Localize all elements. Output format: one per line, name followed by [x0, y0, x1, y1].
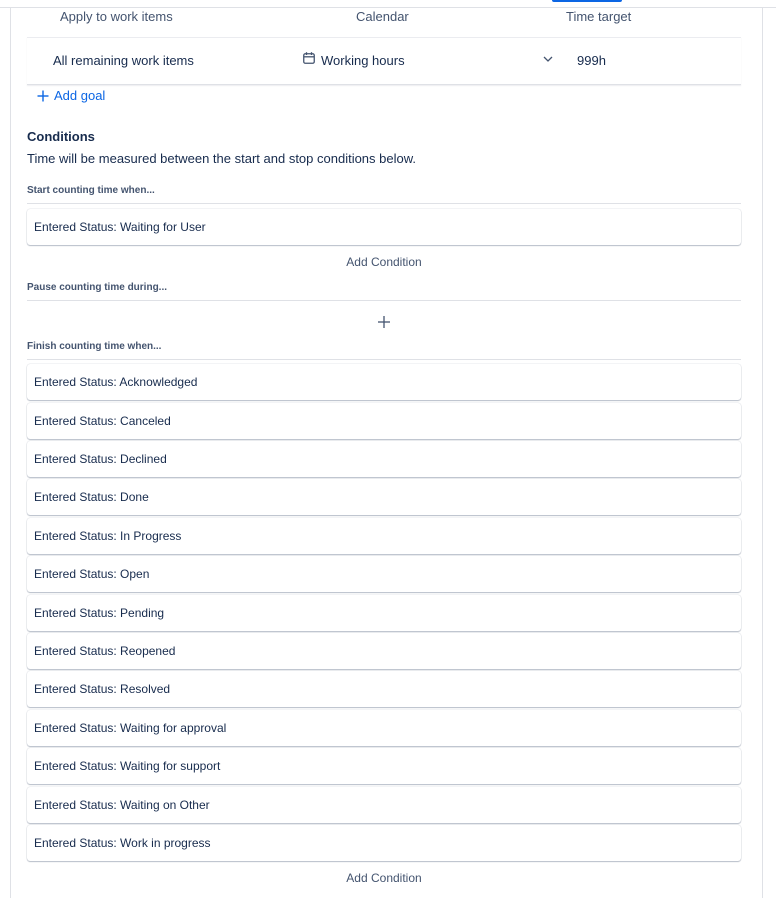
finish-condition-item[interactable]: Entered Status: Work in progress — [27, 825, 741, 861]
plus-icon — [37, 90, 49, 101]
start-section-label: Start counting time when... — [27, 185, 155, 196]
pause-section-label: Pause counting time during... — [27, 282, 168, 293]
finish-condition-item[interactable]: Entered Status: In Progress — [27, 518, 741, 554]
pause-add-condition-plus-icon[interactable] — [374, 312, 394, 332]
header-time-target: Time target — [566, 9, 632, 24]
chevron-down-icon[interactable] — [543, 56, 553, 62]
conditions-heading: Conditions — [27, 129, 95, 144]
finish-condition-item[interactable]: Entered Status: Open — [27, 556, 741, 592]
goal-row: All remaining work items Working hours 9… — [27, 37, 741, 85]
header-calendar: Calendar — [356, 9, 409, 24]
finish-condition-item[interactable]: Entered Status: Waiting on Other — [27, 787, 741, 823]
add-goal-label: Add goal — [54, 88, 106, 103]
add-goal-button[interactable]: Add goal — [37, 88, 105, 103]
finish-condition-item[interactable]: Entered Status: Pending — [27, 595, 741, 631]
finish-condition-item[interactable]: Entered Status: Canceled — [27, 403, 741, 439]
calendar-select[interactable]: Working hours — [321, 53, 405, 68]
finish-condition-item[interactable]: Entered Status: Acknowledged — [27, 364, 741, 400]
finish-condition-item[interactable]: Entered Status: Waiting for approval — [27, 710, 741, 746]
finish-condition-item[interactable]: Entered Status: Done — [27, 479, 741, 515]
start-section-divider — [27, 203, 741, 204]
conditions-description: Time will be measured between the start … — [27, 151, 417, 166]
time-target-input[interactable]: 999h — [577, 53, 606, 68]
calendar-icon — [303, 52, 315, 64]
finish-condition-item[interactable]: Entered Status: Resolved — [27, 671, 741, 707]
finish-section-divider — [27, 359, 741, 360]
active-tab-indicator — [552, 0, 622, 2]
finish-condition-item[interactable]: Entered Status: Waiting for support — [27, 748, 741, 784]
finish-section-label: Finish counting time when... — [27, 341, 162, 352]
goal-apply-value: All remaining work items — [53, 53, 194, 68]
header-apply-to-work-items: Apply to work items — [60, 9, 173, 24]
finish-condition-item[interactable]: Entered Status: Reopened — [27, 633, 741, 669]
pause-section-divider — [27, 300, 741, 301]
finish-condition-item[interactable]: Entered Status: Declined — [27, 441, 741, 477]
start-add-condition-button[interactable]: Add Condition — [27, 255, 741, 269]
start-condition-item[interactable]: Entered Status: Waiting for User — [27, 209, 741, 245]
finish-add-condition-button[interactable]: Add Condition — [27, 871, 741, 885]
